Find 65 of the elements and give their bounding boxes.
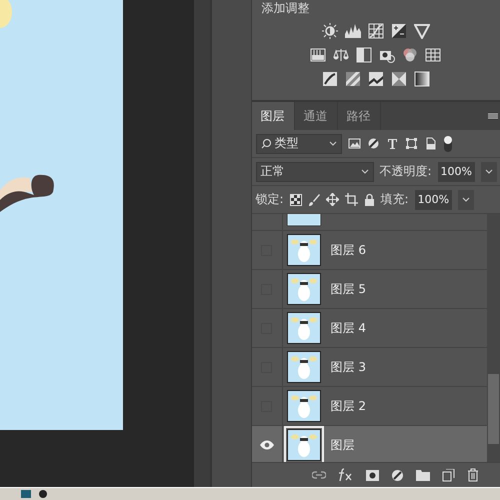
opacity-dropdown[interactable] — [481, 162, 497, 182]
checkerboard-icon[interactable] — [290, 194, 302, 206]
layer-name: 图层 2 — [330, 398, 366, 414]
layer-row[interactable]: 图层 2 — [252, 387, 487, 426]
scrollbar[interactable] — [487, 214, 500, 462]
fill-label: 填充: — [380, 191, 409, 208]
caret-icon — [328, 140, 336, 146]
grid-icon[interactable] — [425, 47, 442, 63]
caret-icon — [485, 168, 493, 174]
layer-name: 图层 6 — [330, 242, 366, 258]
fx-icon[interactable] — [338, 468, 354, 482]
layer-thumbnail — [286, 273, 320, 305]
window-icon — [20, 489, 32, 499]
layer-thumbnail — [286, 312, 320, 344]
layer-name: 图层 4 — [330, 320, 366, 336]
folder-icon[interactable] — [416, 469, 430, 481]
opacity-field[interactable]: 100% — [438, 162, 475, 182]
layer-row[interactable]: 图层 4 — [252, 309, 487, 348]
lock-label: 锁定: — [256, 191, 284, 208]
layer-thumbnail — [286, 351, 320, 383]
layer-thumbnail — [286, 214, 320, 226]
layer-name: 图层 — [330, 436, 354, 454]
filter-dropdown[interactable]: 类型 — [256, 134, 342, 154]
text-icon[interactable] — [386, 137, 398, 150]
fill-dropdown[interactable] — [458, 190, 474, 210]
layer-row[interactable]: 图层 6 — [252, 231, 487, 270]
transform-icon[interactable] — [404, 137, 418, 150]
crop-icon[interactable] — [344, 193, 358, 206]
toggle-icon[interactable] — [442, 134, 452, 154]
move-icon[interactable] — [326, 193, 339, 206]
opacity-label: 不透明度: — [380, 163, 432, 180]
fill-field[interactable]: 100% — [414, 190, 452, 210]
gradient-icon[interactable] — [414, 71, 430, 87]
mask-icon[interactable] — [366, 468, 380, 482]
triangle-icon[interactable] — [414, 23, 430, 39]
brightness-icon[interactable] — [322, 23, 338, 39]
layer-name: 图层 3 — [330, 358, 366, 376]
layer-thumbnail — [286, 390, 320, 422]
caret-icon — [360, 168, 368, 174]
panel-tab[interactable]: 路径 — [338, 102, 380, 130]
exposure-icon[interactable] — [390, 23, 407, 39]
layer-name: 图层 5 — [330, 280, 366, 298]
link-icon[interactable] — [312, 470, 326, 480]
layer-row[interactable]: 图层 3 — [252, 348, 487, 387]
half-square-icon[interactable] — [356, 47, 372, 63]
circles-icon[interactable] — [402, 47, 418, 63]
blend-mode-dropdown[interactable]: 正常 — [256, 162, 374, 182]
image-icon[interactable] — [348, 137, 360, 150]
curves-icon[interactable] — [368, 23, 384, 39]
brush-icon[interactable] — [308, 193, 320, 206]
eye-icon[interactable] — [258, 440, 274, 450]
document-icon[interactable] — [424, 137, 436, 150]
layer-row[interactable]: 图层 — [252, 426, 487, 462]
panel-tab[interactable]: 图层 — [252, 102, 294, 130]
search-icon — [260, 138, 272, 149]
layer-thumbnail — [286, 234, 320, 266]
panel-title: 添加调整 — [262, 1, 310, 15]
layer-row[interactable]: 图层 5 — [252, 270, 487, 309]
new-layer-icon[interactable] — [442, 468, 456, 482]
panel-tab[interactable]: 通道 — [294, 102, 338, 130]
trash-icon[interactable] — [467, 468, 480, 482]
lock-icon[interactable] — [364, 193, 375, 206]
scales-icon[interactable] — [333, 47, 350, 63]
caret-icon — [462, 196, 470, 202]
histogram-icon[interactable] — [344, 23, 361, 39]
